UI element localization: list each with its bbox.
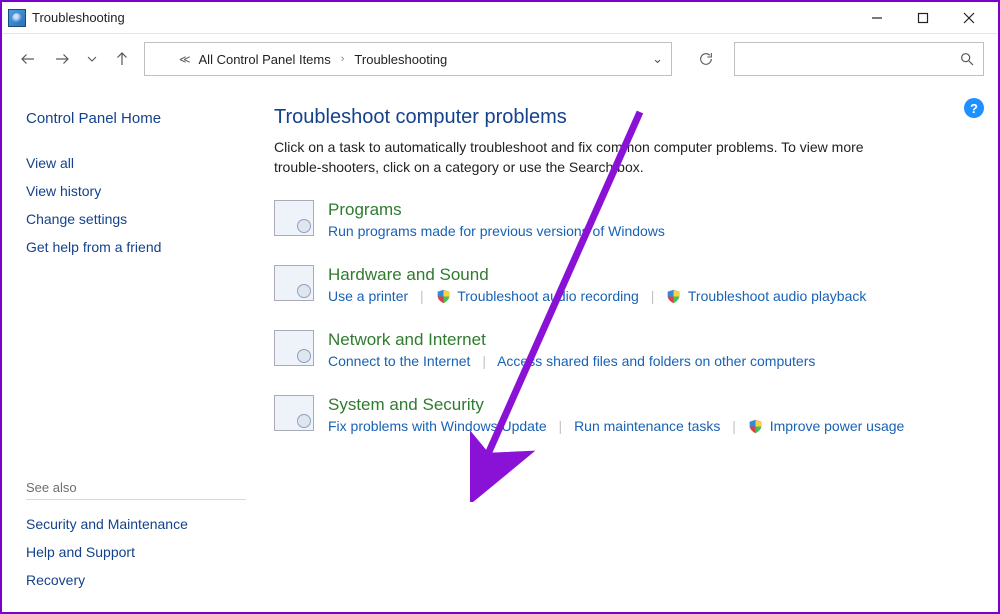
help-icon[interactable]: ? — [964, 98, 984, 118]
minimize-button[interactable] — [854, 3, 900, 33]
recent-locations-button[interactable] — [84, 47, 100, 71]
category-title-network[interactable]: Network and Internet — [328, 330, 815, 350]
search-icon — [959, 51, 975, 67]
programs-icon — [274, 200, 314, 236]
see-also-recovery[interactable]: Recovery — [26, 566, 246, 594]
link-power-usage[interactable]: Improve power usage — [748, 418, 905, 434]
separator: | — [474, 353, 494, 369]
separator: | — [551, 418, 571, 434]
category-title-system[interactable]: System and Security — [328, 395, 904, 415]
link-use-printer[interactable]: Use a printer — [328, 288, 408, 304]
separator: | — [724, 418, 744, 434]
control-panel-icon — [8, 9, 26, 27]
page-description: Click on a task to automatically trouble… — [274, 137, 914, 178]
link-run-legacy-programs[interactable]: Run programs made for previous versions … — [328, 223, 665, 239]
link-access-shared[interactable]: Access shared files and folders on other… — [497, 353, 815, 369]
address-bar[interactable]: ≪ All Control Panel Items › Troubleshoot… — [144, 42, 672, 76]
breadcrumb-parent[interactable]: All Control Panel Items — [199, 52, 331, 67]
hardware-icon — [274, 265, 314, 301]
see-also-section: See also Security and Maintenance Help a… — [26, 480, 246, 594]
window-controls — [854, 3, 992, 33]
link-windows-update[interactable]: Fix problems with Windows Update — [328, 418, 547, 434]
forward-button[interactable] — [50, 47, 74, 71]
shield-icon — [666, 289, 681, 304]
category-programs: Programs Run programs made for previous … — [274, 200, 976, 239]
toolbar: ≪ All Control Panel Items › Troubleshoot… — [2, 34, 998, 84]
back-button[interactable] — [16, 47, 40, 71]
sidebar-link-get-help[interactable]: Get help from a friend — [26, 233, 246, 261]
search-input[interactable] — [734, 42, 984, 76]
sidebar-link-view-history[interactable]: View history — [26, 177, 246, 205]
link-run-maintenance[interactable]: Run maintenance tasks — [574, 418, 720, 434]
sidebar-link-view-all[interactable]: View all — [26, 149, 246, 177]
chevron-right-icon: › — [339, 53, 347, 65]
network-icon — [274, 330, 314, 366]
category-system-security: System and Security Fix problems with Wi… — [274, 395, 976, 434]
category-hardware-sound: Hardware and Sound Use a printer | Troub… — [274, 265, 976, 304]
shield-icon — [436, 289, 451, 304]
breadcrumb-current[interactable]: Troubleshooting — [354, 52, 447, 67]
category-network: Network and Internet Connect to the Inte… — [274, 330, 976, 369]
category-title-programs[interactable]: Programs — [328, 200, 665, 220]
link-audio-playback[interactable]: Troubleshoot audio playback — [666, 288, 866, 304]
control-panel-icon — [153, 50, 171, 68]
maximize-button[interactable] — [900, 3, 946, 33]
close-button[interactable] — [946, 3, 992, 33]
main-panel: Troubleshoot computer problems Click on … — [252, 84, 998, 612]
window-title: Troubleshooting — [32, 10, 125, 25]
system-icon — [274, 395, 314, 431]
chevron-down-icon[interactable]: ⌄ — [652, 51, 663, 67]
see-also-help[interactable]: Help and Support — [26, 538, 246, 566]
content-area: ? Control Panel Home View all View histo… — [2, 84, 998, 612]
shield-icon — [748, 419, 763, 434]
sidebar: Control Panel Home View all View history… — [2, 84, 252, 612]
separator: | — [412, 288, 432, 304]
overflow-chevron-icon[interactable]: ≪ — [179, 53, 191, 66]
refresh-button[interactable] — [688, 42, 724, 76]
link-audio-recording[interactable]: Troubleshoot audio recording — [436, 288, 643, 304]
page-title: Troubleshoot computer problems — [274, 106, 976, 129]
separator: | — [643, 288, 663, 304]
sidebar-link-change-settings[interactable]: Change settings — [26, 205, 246, 233]
see-also-header: See also — [26, 480, 246, 500]
category-title-hardware[interactable]: Hardware and Sound — [328, 265, 866, 285]
up-button[interactable] — [110, 47, 134, 71]
link-connect-internet[interactable]: Connect to the Internet — [328, 353, 470, 369]
see-also-security[interactable]: Security and Maintenance — [26, 510, 246, 538]
titlebar: Troubleshooting — [2, 2, 998, 34]
control-panel-home-link[interactable]: Control Panel Home — [26, 110, 246, 127]
